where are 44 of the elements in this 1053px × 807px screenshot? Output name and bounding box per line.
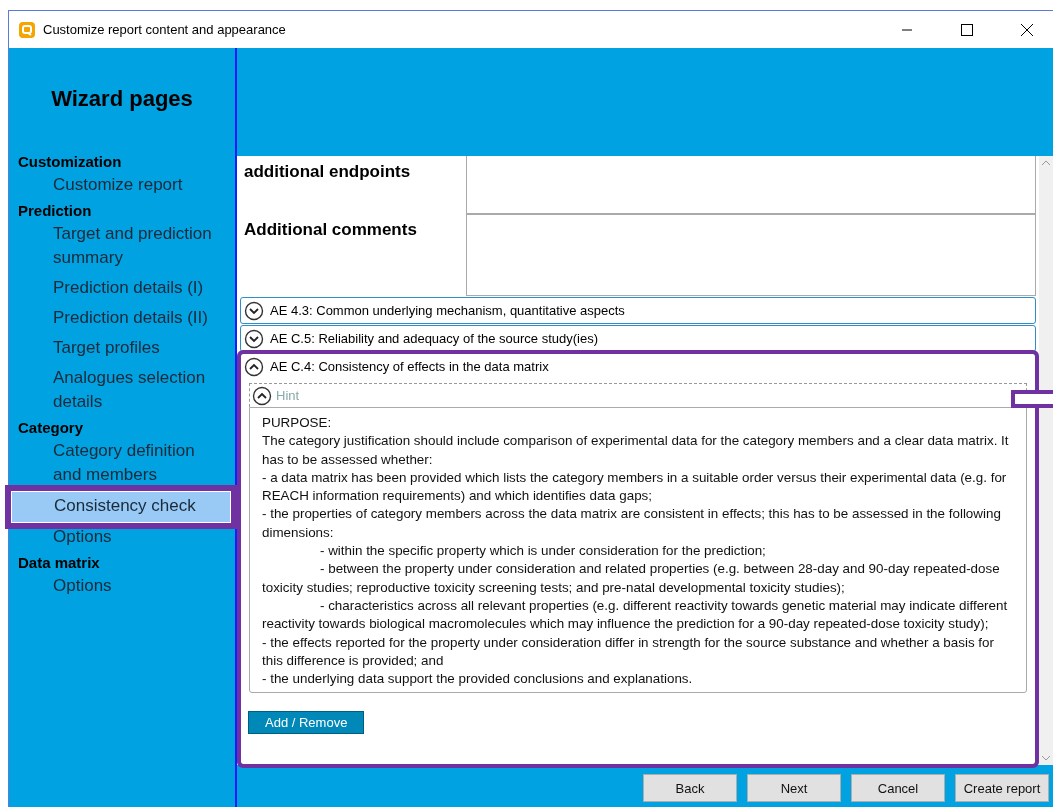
sidebar-item[interactable]: Prediction details (I) <box>11 274 231 304</box>
group-label: Prediction <box>17 201 93 220</box>
sidebar-item[interactable]: Customize report <box>11 171 231 201</box>
sidebar-item[interactable]: Category definition and members <box>11 437 231 491</box>
field-label: additional endpoints <box>243 161 412 183</box>
expand-icon[interactable] <box>244 300 264 321</box>
hint-line: - the properties of category members across the data matrix are consistent in effects; this has to be assessed in the following dimensions: <box>262 505 1002 542</box>
footer-button[interactable]: Cancel <box>851 774 945 802</box>
collapse-icon[interactable] <box>252 385 272 406</box>
hint-label[interactable]: Hint <box>276 388 300 403</box>
hint-line: - the effects reported for the property under consideration differ in strength for the source substance and whether a basis for this difference is provided; and <box>262 633 995 670</box>
window-title: Customize report content and appearance <box>43 22 287 37</box>
sidebar-item[interactable]: Prediction details (II) <box>11 304 231 334</box>
group-label: Category <box>17 418 85 437</box>
hint-line: - within the specific property which is under consideration for the prediction; <box>319 542 767 561</box>
text-field[interactable] <box>466 214 1036 296</box>
section-title[interactable]: AE C.4: Consistency of effects in the data matrix <box>270 359 549 374</box>
hint-line: - the underlying data support the provided conclusions and explanations. <box>262 670 694 689</box>
sidebar-item[interactable]: Options <box>11 523 231 553</box>
hint-line: - a data matrix has been provided which lists the category members in a suitable order versus their experimental data (e.g. for REACH information requirements) and which identifies data gaps; <box>262 468 1008 506</box>
group-label: Data matrix <box>17 553 101 572</box>
section-title[interactable]: AE 4.3: Common underlying mechanism, quantitative aspects <box>270 303 625 318</box>
field-label: Additional comments <box>243 219 418 241</box>
sidebar-title: Wizard pages <box>50 86 194 112</box>
hint-line: PURPOSE: <box>262 414 333 432</box>
sidebar-item[interactable]: Analogues selection details <box>11 364 231 418</box>
footer-button[interactable]: Back <box>643 774 737 802</box>
expand-icon[interactable] <box>244 328 264 349</box>
add-remove-button[interactable]: Add / Remove <box>248 711 365 735</box>
close-icon[interactable] <box>1021 23 1033 36</box>
collapse-icon[interactable] <box>244 356 264 377</box>
hint-line: - characteristics across all relevant properties (e.g. different reactivity towards genetic material may indicate different reactivity towards biological macromolecules which may influence the prediction for a 90-day repeated-dose toxicity study); <box>262 596 1009 634</box>
sidebar-item[interactable]: Target profiles <box>11 334 231 364</box>
sidebar-item[interactable]: Options <box>11 572 231 602</box>
hint-line: - between the property under consideration and related properties (e.g. between 28-day and 90-day repeated-dose toxicity studies; reproductive toxicity screening tests; and pre-natal developmental toxicity studies); <box>262 560 1001 597</box>
text-field[interactable] <box>466 156 1036 214</box>
footer-button[interactable]: Next <box>747 774 841 802</box>
group-label: Customization <box>17 152 123 171</box>
sidebar-item[interactable]: Target and prediction summary <box>11 220 231 274</box>
maximize-icon[interactable] <box>961 23 973 36</box>
footer-button[interactable]: Create report <box>955 774 1049 802</box>
hint-line: The category justification should include comparison of experimental data for the category members and a clear data matrix. It has to be assessed whether: <box>262 432 1010 469</box>
app-logo-icon <box>19 21 35 38</box>
section-title[interactable]: AE C.5: Reliability and adequacy of the source study(ies) <box>270 331 599 346</box>
